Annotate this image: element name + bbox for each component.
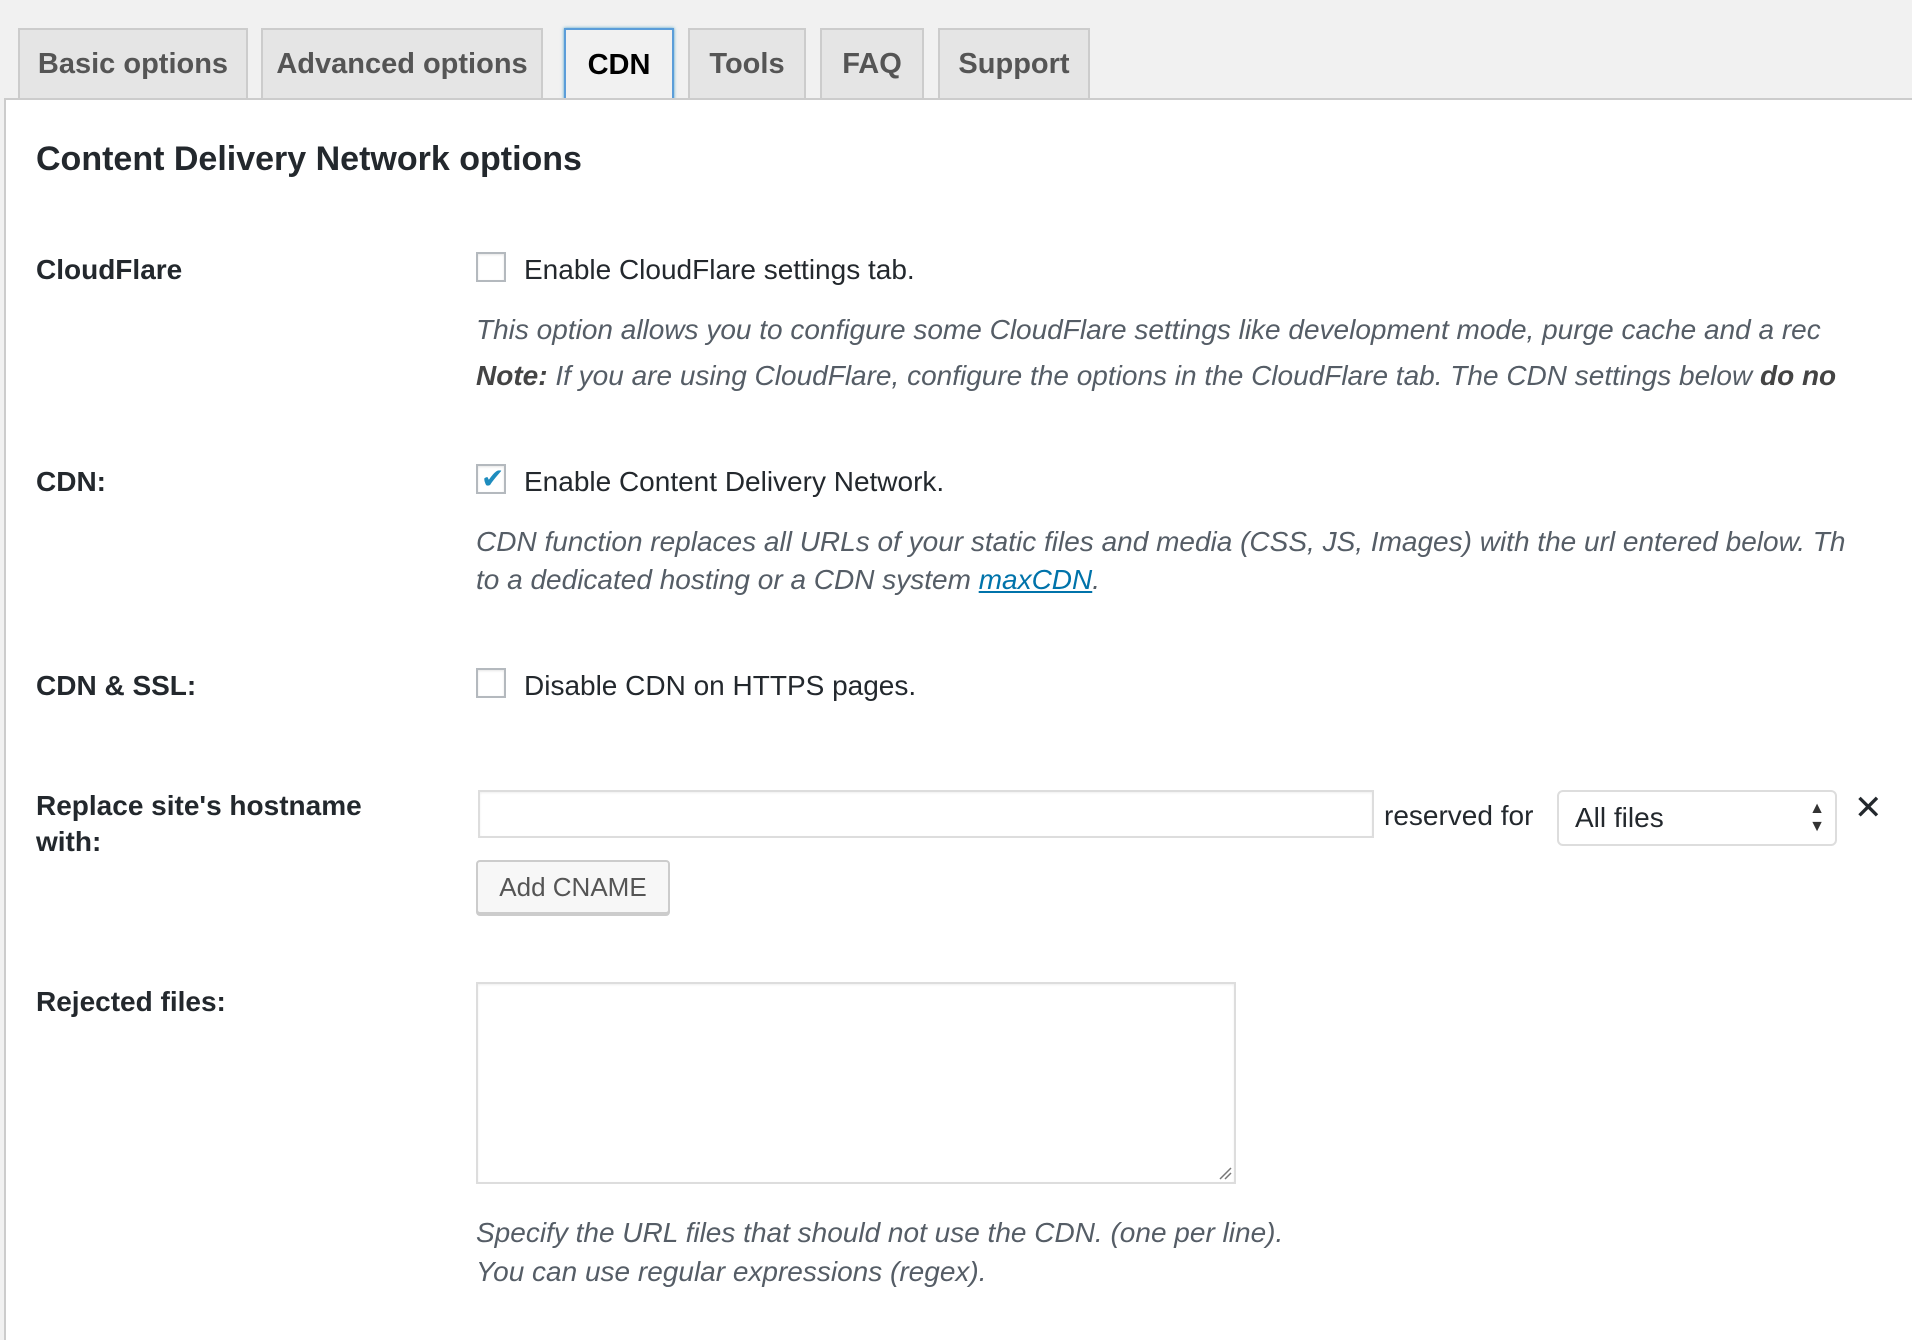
hostname-label-line2: with: — [36, 826, 102, 857]
resize-handle-icon[interactable] — [1218, 1166, 1232, 1180]
checkmark-icon: ✔ — [481, 463, 505, 494]
cdn-ssl-checkbox[interactable] — [476, 668, 506, 698]
reserved-for-label: reserved for — [1384, 800, 1534, 831]
cdn-label: CDN: — [36, 466, 106, 497]
file-type-select[interactable]: All files ▲ ▼ — [1557, 790, 1837, 846]
rejected-files-label: Rejected files: — [36, 986, 226, 1017]
note-text: If you are using CloudFlare, configure t… — [547, 360, 1760, 391]
cloudflare-note: Note: If you are using CloudFlare, confi… — [476, 357, 1836, 395]
tab-tools[interactable]: Tools — [688, 28, 806, 98]
cloudflare-checkbox[interactable] — [476, 252, 506, 282]
cloudflare-checkbox-label[interactable]: Enable CloudFlare settings tab. — [524, 254, 915, 286]
cdn-description-prefix: to a dedicated hosting or a CDN system — [476, 564, 979, 595]
cdn-description-line1: CDN function replaces all URLs of your s… — [476, 526, 1846, 557]
rejected-help-line2: You can use regular expressions (regex). — [476, 1256, 987, 1287]
hostname-label-line1: Replace site's hostname — [36, 790, 362, 821]
page-title: Content Delivery Network options — [36, 140, 582, 178]
rejected-help-line1: Specify the URL files that should not us… — [476, 1217, 1284, 1248]
note-prefix: Note: — [476, 360, 548, 391]
select-arrows-icon: ▲ ▼ — [1809, 800, 1825, 835]
tab-advanced-options[interactable]: Advanced options — [261, 28, 543, 98]
cdn-checkbox[interactable]: ✔ — [476, 463, 506, 494]
cdn-ssl-checkbox-label[interactable]: Disable CDN on HTTPS pages. — [524, 670, 916, 702]
tab-basic-options[interactable]: Basic options — [18, 28, 248, 98]
cloudflare-label: CloudFlare — [36, 254, 183, 285]
remove-cname-icon[interactable]: ✕ — [1854, 788, 1883, 828]
cdn-ssl-label: CDN & SSL: — [36, 670, 197, 701]
tab-faq[interactable]: FAQ — [820, 28, 924, 98]
cname-input[interactable] — [478, 790, 1374, 838]
note-bold-tail: do no — [1759, 360, 1837, 391]
cloudflare-description: This option allows you to configure some… — [476, 314, 1821, 345]
rejected-files-textarea[interactable] — [476, 982, 1236, 1184]
hostname-label: Replace site's hostname with: — [36, 788, 362, 860]
add-cname-button[interactable]: Add CNAME — [476, 860, 670, 914]
select-value: All files — [1575, 802, 1664, 833]
tab-support[interactable]: Support — [938, 28, 1090, 98]
cdn-checkbox-label[interactable]: Enable Content Delivery Network. — [524, 466, 944, 498]
cdn-description-suffix: . — [1092, 564, 1101, 595]
tab-cdn[interactable]: CDN — [564, 28, 674, 102]
cdn-description-line2: to a dedicated hosting or a CDN system m… — [476, 561, 1100, 599]
maxcdn-link[interactable]: maxCDN — [979, 564, 1093, 595]
